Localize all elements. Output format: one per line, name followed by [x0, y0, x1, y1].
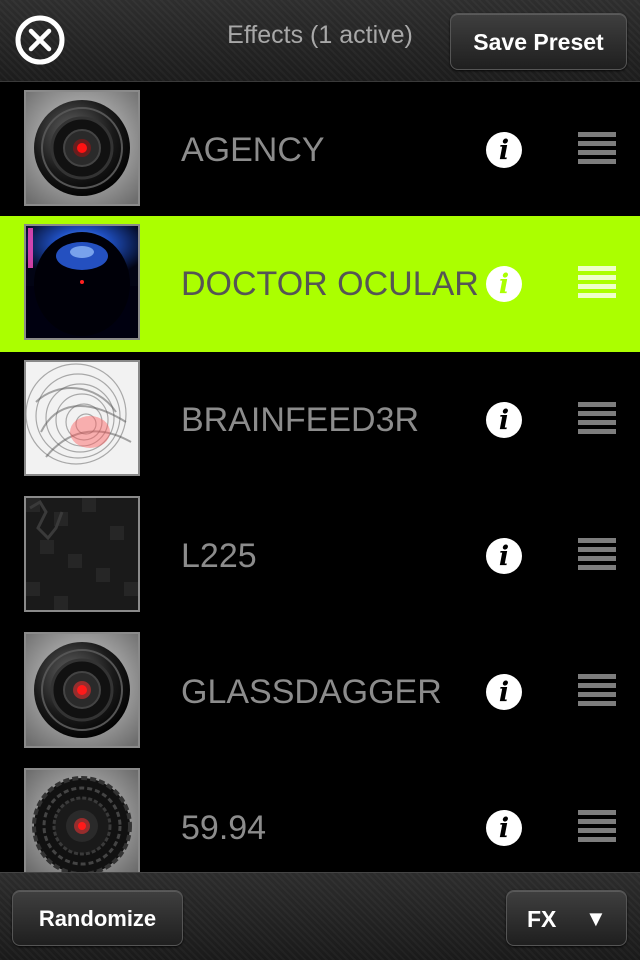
lens-icon: [24, 632, 140, 748]
effect-row-59-94[interactable]: 59.94 i: [0, 760, 640, 872]
lens-icon: [24, 90, 140, 206]
drag-handle-icon[interactable]: [578, 402, 616, 436]
info-icon[interactable]: i: [486, 674, 522, 710]
blue-lens-icon: [24, 224, 140, 340]
drag-handle-icon[interactable]: [578, 674, 616, 708]
effect-name: BRAINFEED3R: [181, 401, 420, 439]
effect-row-brainfeed3r[interactable]: BRAINFEED3R i: [0, 352, 640, 488]
info-icon[interactable]: i: [486, 402, 522, 438]
pixelated-lens-icon: [24, 768, 140, 872]
randomize-button[interactable]: Randomize: [12, 890, 183, 946]
drag-handle-icon[interactable]: [578, 266, 616, 300]
drag-handle-icon[interactable]: [578, 538, 616, 572]
effect-row-l225[interactable]: L225 i: [0, 488, 640, 624]
dark-texture-icon: [24, 496, 140, 612]
effects-screen: Effects (1 active) Save Preset AGENCY i …: [0, 0, 640, 960]
effect-name: 59.94: [181, 809, 267, 847]
drag-handle-icon[interactable]: [578, 132, 616, 166]
bottom-toolbar: Randomize FX ▼: [0, 872, 640, 960]
swirl-pattern-icon: [24, 360, 140, 476]
effect-row-glassdagger[interactable]: GLASSDAGGER i: [0, 624, 640, 760]
fx-dropdown-button[interactable]: FX ▼: [506, 890, 627, 946]
fx-label: FX: [527, 906, 557, 932]
effects-list[interactable]: AGENCY i DOCTOR OCULAR i BRAINFEED3R i L…: [0, 82, 640, 872]
effect-name: DOCTOR OCULAR: [181, 265, 479, 303]
info-icon[interactable]: i: [486, 538, 522, 574]
effect-name: AGENCY: [181, 131, 325, 169]
effect-name: L225: [181, 537, 257, 575]
info-icon[interactable]: i: [486, 810, 522, 846]
save-preset-button[interactable]: Save Preset: [450, 13, 627, 70]
top-toolbar: Effects (1 active) Save Preset: [0, 0, 640, 82]
effect-row-agency[interactable]: AGENCY i: [0, 82, 640, 218]
effect-row-doctor-ocular[interactable]: DOCTOR OCULAR i: [0, 216, 640, 352]
info-icon[interactable]: i: [486, 266, 522, 302]
drag-handle-icon[interactable]: [578, 810, 616, 844]
effect-name: GLASSDAGGER: [181, 673, 442, 711]
dropdown-arrow-icon: ▼: [585, 906, 607, 931]
info-icon[interactable]: i: [486, 132, 522, 168]
